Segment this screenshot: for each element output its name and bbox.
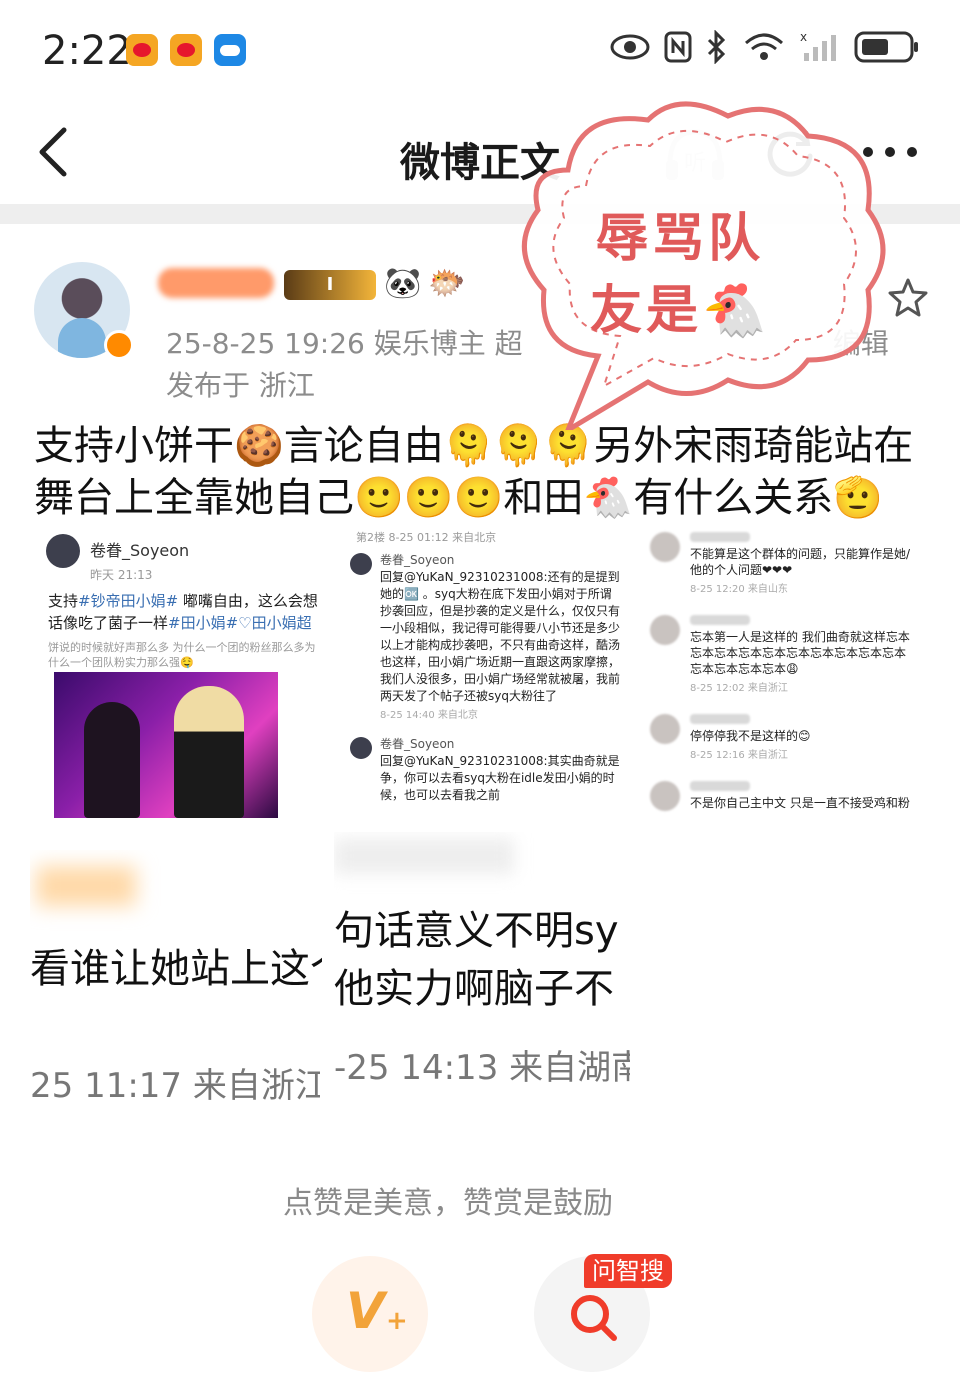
shot1-user: 卷眷_Soyeon [90, 541, 190, 560]
stage-photo [54, 672, 278, 818]
ask-badge: 问智搜 [584, 1254, 672, 1288]
member-crown-badge[interactable]: I [284, 270, 376, 300]
shot3-comment-text: 不是你自己主中文 只是一直不接受鸡和粉 [690, 796, 910, 810]
shot3-comment: 不能算是这个群体的问题，只能算作是她/他的个人问题❤❤❤ 8-25 12:20 来… [640, 524, 926, 607]
reward-hint-text: 点赞是美意，赞赏是鼓励 [283, 1186, 613, 1221]
shot2-reply-user: 卷眷_Soyeon [380, 553, 455, 567]
cloud-app-icon [214, 34, 246, 66]
signal-icon: x [800, 31, 836, 61]
post-location: 发布于 浙江 [166, 369, 315, 402]
shot1-header: 卷眷_Soyeon [34, 524, 334, 572]
shot3-avatar [650, 781, 680, 811]
screenshot-image-2[interactable]: 第2楼 8-25 01:12 来自北京 卷眷_Soyeon 回复@YuKaN_9… [342, 524, 632, 834]
overlay-right-line-1: 句话意义不明sy [334, 908, 619, 954]
shot3-avatar [650, 714, 680, 744]
overlay-comment-right: 句话意义不明sy 他实力啊脑子不 [334, 832, 630, 1018]
shot3-comment-text: 不能算是这个群体的问题，只能算作是她/他的个人问题❤❤❤ [690, 547, 911, 577]
overlay-right-redacted [334, 838, 514, 874]
panda-badge-icon[interactable]: 🐼 [384, 266, 421, 302]
shot2-reply: 卷眷_Soyeon 回复@YuKaN_92310231008:其实曲奇就是争，你… [342, 729, 632, 808]
system-icons: x [610, 30, 920, 64]
shot1-time: 昨天 21:13 [90, 568, 153, 582]
author-name-redacted[interactable] [158, 268, 274, 298]
weibo-app-icon [126, 34, 158, 66]
vplus-label: V [346, 1282, 385, 1340]
shot3-comment-foot: 8-25 12:02 来自浙江 [690, 683, 788, 694]
vplus-reward-button[interactable]: V + [312, 1256, 428, 1372]
eye-icon [610, 34, 650, 60]
svg-text:x: x [800, 31, 807, 44]
stage-person-1 [84, 702, 140, 818]
shot3-avatar [650, 615, 680, 645]
screenshot-image-1[interactable]: 卷眷_Soyeon 昨天 21:13 支持#钞帝田小娟# 嘟嘴自由，这么会想话像… [34, 524, 334, 834]
overlay-comment-left: 看谁让她站上这个 [30, 850, 322, 1010]
status-bar: 2:22 x [0, 0, 960, 100]
shot3-comment: 停停停我不是这样的😊 8-25 12:16 来自浙江 [640, 706, 926, 773]
shot3-name-redacted [690, 714, 750, 724]
shot1-avatar [46, 534, 80, 568]
status-time: 2:22 [42, 28, 132, 74]
search-icon[interactable] [566, 1290, 618, 1342]
shot3-comment-text: 忘本第一人是这样的 我们曲奇就这样忘本忘本忘本忘本忘本忘本忘本忘本忘本忘本忘本忘… [690, 630, 910, 676]
shot2-reply-text: 回复@YuKaN_92310231008:还有的是提到她的🆗 。syq大粉在底下… [380, 570, 621, 703]
shot2-reply-avatar [350, 737, 372, 759]
shot3-comment-foot: 8-25 12:16 来自浙江 [690, 750, 788, 761]
shot2-reply-user: 卷眷_Soyeon [380, 737, 455, 751]
bluetooth-icon [707, 30, 726, 64]
overlay-right-meta: -25 14:13 来自湖南 [334, 1048, 630, 1088]
shot3-name-redacted [690, 615, 750, 625]
stage-person-2 [174, 686, 244, 818]
image-collage[interactable]: 卷眷_Soyeon 昨天 21:13 支持#钞帝田小娟# 嘟嘴自由，这么会想话像… [34, 524, 926, 834]
screenshot-image-3[interactable]: 不能算是这个群体的问题，只能算作是她/他的个人问题❤❤❤ 8-25 12:20 来… [640, 524, 926, 834]
overlay-left-text: 看谁让她站上这个 [30, 946, 322, 992]
shot1-text: 支持#钞帝田小娟# 嘟嘴自由，这么会想话像吃了菌子一样#田小娟#♡田小娟超 [48, 592, 318, 632]
battery-icon [854, 31, 918, 63]
shot2-reply-avatar [350, 553, 372, 575]
shot2-header: 第2楼 8-25 01:12 来自北京 [356, 531, 497, 544]
sticker-line-1: 辱骂队 [596, 209, 765, 269]
overlay-left-meta: 25 11:17 来自浙江 [30, 1066, 320, 1106]
shot3-comment-text: 停停停我不是这样的😊 [690, 729, 811, 743]
shot2-reply-foot: 8-25 14:40 来自北京 [380, 710, 478, 721]
shot3-comment: 不是你自己主中文 只是一直不接受鸡和粉 [640, 773, 926, 819]
shot2-reply: 卷眷_Soyeon 回复@YuKaN_92310231008:还有的是提到她的🆗… [342, 545, 632, 729]
shot3-comment-foot: 8-25 12:20 来自山东 [690, 584, 788, 595]
shot3-comment: 忘本第一人是这样的 我们曲奇就这样忘本忘本忘本忘本忘本忘本忘本忘本忘本忘本忘本忘… [640, 607, 926, 706]
shot3-name-redacted [690, 781, 750, 791]
shot1-small-text: 饼说的时候就好声那么多 为什么一个团的粉丝那么多为什么一个团队粉实力那么强🤤 [48, 641, 316, 669]
verified-badge-icon [104, 330, 134, 360]
overlay-right-line-2: 他实力啊脑子不 [334, 966, 614, 1012]
shot3-name-redacted [690, 532, 750, 542]
shot2-reply-text: 回复@YuKaN_92310231008:其实曲奇就是争，你可以去看syq大粉在… [380, 754, 620, 802]
shot3-avatar [650, 532, 680, 562]
fish-badge-icon[interactable]: 🐡 [428, 266, 465, 302]
sticker-line-2: 友是🐔 [590, 281, 771, 341]
weibo-app-icon-2 [170, 34, 202, 66]
overlay-left-redacted [36, 866, 136, 906]
wifi-icon [745, 33, 783, 60]
nfc-icon [664, 31, 692, 63]
